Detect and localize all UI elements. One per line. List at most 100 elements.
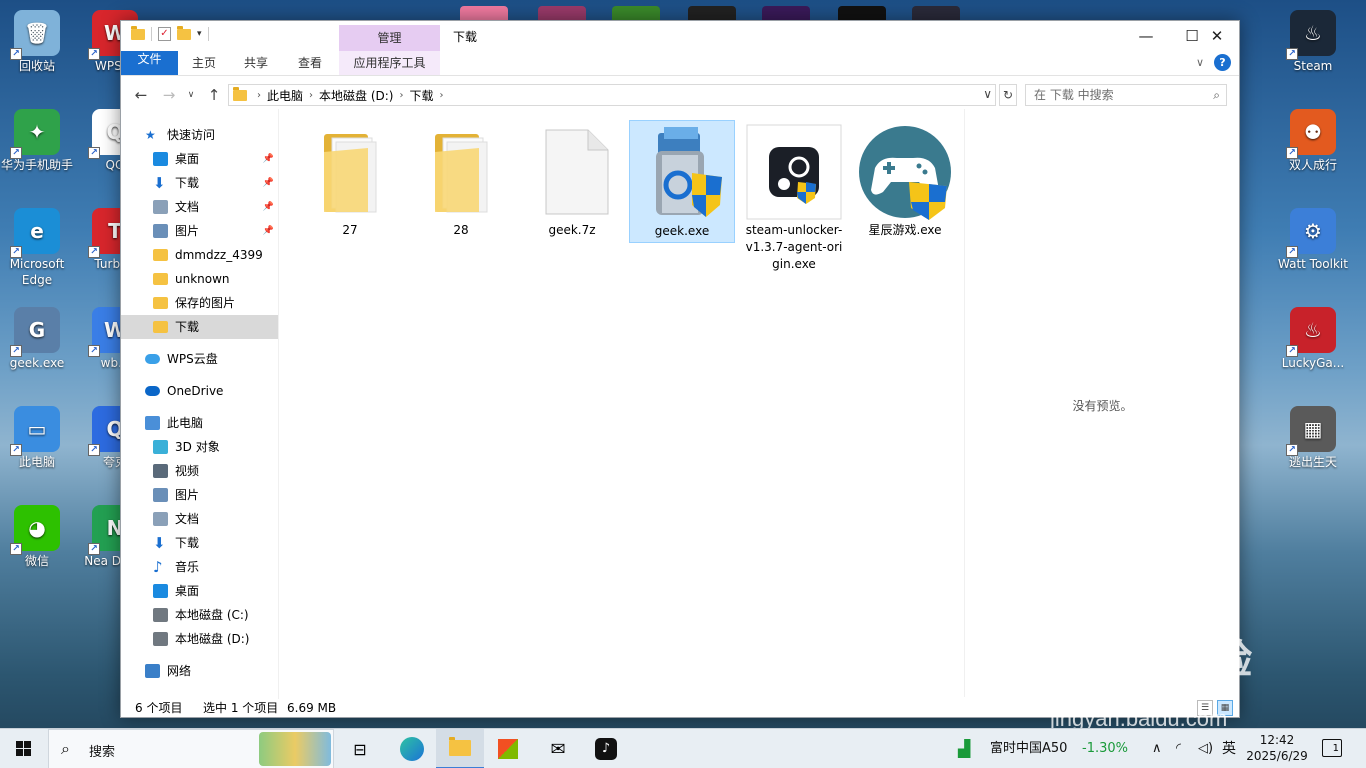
sidebar-item[interactable]: dmmdzz_4399 <box>121 243 278 267</box>
sidebar-item[interactable]: OneDrive <box>121 379 278 403</box>
tab-home[interactable]: 主页 <box>181 51 227 75</box>
desktop-icon-item[interactable]: ⚙ ↗ Watt Toolkit <box>1276 208 1350 272</box>
pin-icon[interactable]: 📌 <box>263 171 274 195</box>
minimize-button[interactable]: — <box>1123 21 1169 51</box>
chevron-right-icon[interactable]: › <box>309 90 313 101</box>
sidebar-item[interactable]: WPS云盘 <box>121 347 278 371</box>
desktop-icon-item[interactable]: ⚉ ↗ 双人成行 <box>1276 109 1350 173</box>
sidebar-item-label: 网络 <box>167 664 192 678</box>
shortcut-arrow-icon: ↗ <box>88 444 100 456</box>
taskbar-edge[interactable] <box>388 729 436 768</box>
up-button[interactable]: ↑ <box>204 85 224 105</box>
file-item[interactable]: steam-unlocker-v1.3.7-agent-origin.exe <box>741 120 847 275</box>
sidebar-item[interactable]: 图片 📌 <box>121 219 278 243</box>
recent-locations-icon[interactable]: ∨ <box>181 85 201 105</box>
address-dropdown-icon[interactable]: ∨ <box>983 87 992 101</box>
close-button[interactable]: ✕ <box>1194 21 1240 51</box>
forward-button[interactable]: → <box>159 85 179 105</box>
input-method-indicator[interactable]: 英 <box>1222 729 1236 768</box>
search-input[interactable]: 在 下载 中搜索 ⌕ <box>1025 84 1227 106</box>
stock-chart-icon[interactable]: ▟ <box>958 729 970 768</box>
computer-icon <box>145 416 160 430</box>
taskbar-file-explorer[interactable] <box>436 729 484 768</box>
stock-ticker-change[interactable]: -1.30% <box>1082 729 1128 768</box>
volume-icon[interactable]: ◁) <box>1198 729 1213 768</box>
sidebar-item[interactable]: 此电脑 <box>121 411 278 435</box>
sidebar-item[interactable]: 保存的图片 <box>121 291 278 315</box>
breadcrumb-downloads[interactable]: 下载 <box>409 87 433 104</box>
desktop-icon-item[interactable]: ✦ ↗ 华为手机助手 <box>0 109 74 173</box>
breadcrumb-drive-d[interactable]: 本地磁盘 (D:) <box>319 87 393 104</box>
windows-logo-icon <box>16 741 31 756</box>
desktop-icon-item[interactable]: ▭ ↗ 此电脑 <box>0 406 74 470</box>
taskbar-mail[interactable]: ✉ <box>534 729 582 768</box>
refresh-button[interactable]: ↻ <box>999 84 1017 106</box>
task-view-button[interactable]: ⊟ <box>336 729 384 768</box>
sidebar-item[interactable]: 桌面 📌 <box>121 147 278 171</box>
sidebar-item[interactable]: 网络 <box>121 659 278 683</box>
desktop-icon-item[interactable]: ▦ ↗ 逃出生天 <box>1276 406 1350 470</box>
chevron-right-icon[interactable]: › <box>440 90 444 101</box>
sidebar-item-label: 图片 <box>175 488 200 502</box>
tab-share[interactable]: 共享 <box>233 51 279 75</box>
sidebar-item[interactable]: 桌面 <box>121 579 278 603</box>
breadcrumb-this-pc[interactable]: 此电脑 <box>267 87 303 104</box>
chevron-right-icon[interactable]: › <box>399 90 403 101</box>
sidebar-item[interactable]: 下载 <box>121 315 278 339</box>
desktop-icon-item[interactable]: G ↗ geek.exe <box>0 307 74 371</box>
properties-icon[interactable]: ✓ <box>158 27 171 41</box>
clock[interactable]: 12:42 2025/6/29 <box>1246 732 1308 764</box>
pin-icon[interactable]: 📌 <box>263 219 274 243</box>
sidebar-item[interactable]: 文档 📌 <box>121 195 278 219</box>
taskbar-store[interactable] <box>484 729 532 768</box>
desktop-icon-item[interactable]: ♨ ↗ Steam <box>1276 10 1350 74</box>
customize-dropdown-icon[interactable]: ▾ <box>197 29 202 39</box>
tab-manage[interactable]: 管理 <box>339 25 440 51</box>
file-name: 星辰游戏.exe <box>868 223 942 237</box>
title-bar[interactable]: ✓ ▾ 管理 下载 — ☐ ✕ <box>121 21 1239 51</box>
sidebar-item-label: dmmdzz_4399 <box>175 248 263 262</box>
sidebar-item[interactable]: 图片 <box>121 483 278 507</box>
pin-icon[interactable]: 📌 <box>263 147 274 171</box>
sidebar-item[interactable]: ♪ 音乐 <box>121 555 278 579</box>
taskbar-search-box[interactable]: ⌕ 搜索 <box>48 729 334 768</box>
address-bar[interactable]: › 此电脑 › 本地磁盘 (D:) › 下载 › ∨ <box>228 84 996 106</box>
sidebar-item[interactable]: 本地磁盘 (C:) <box>121 603 278 627</box>
sidebar-item[interactable]: ★ 快速访问 <box>121 123 278 147</box>
geek-uninstaller-icon <box>634 125 730 221</box>
shortcut-arrow-icon: ↗ <box>88 147 100 159</box>
taskbar-tiktok[interactable]: ♪ <box>582 729 630 768</box>
notification-center-button[interactable]: 1 <box>1322 739 1342 757</box>
sidebar-item[interactable]: unknown <box>121 267 278 291</box>
pin-icon[interactable]: 📌 <box>263 195 274 219</box>
file-item[interactable]: geek.7z <box>519 120 625 241</box>
sidebar-item[interactable]: 3D 对象 <box>121 435 278 459</box>
network-icon[interactable]: ◜ <box>1176 729 1181 768</box>
tab-application-tools[interactable]: 应用程序工具 <box>339 51 440 75</box>
show-hidden-icons-icon[interactable]: ∧ <box>1152 729 1162 768</box>
help-icon[interactable]: ? <box>1214 54 1231 71</box>
expand-ribbon-icon[interactable]: ∨ <box>1196 56 1204 69</box>
stock-ticker-name[interactable]: 富时中国A50 <box>990 729 1067 768</box>
sidebar-item[interactable]: ⬇ 下载 <box>121 531 278 555</box>
desktop-icon-item[interactable]: e ↗ Microsoft Edge <box>0 208 74 288</box>
tab-view[interactable]: 查看 <box>287 51 333 75</box>
file-item[interactable]: geek.exe <box>629 120 735 243</box>
sidebar-item[interactable]: 本地磁盘 (D:) <box>121 627 278 651</box>
sidebar-item[interactable]: ⬇ 下载 📌 <box>121 171 278 195</box>
file-item[interactable]: 星辰游戏.exe <box>852 120 958 241</box>
file-item[interactable]: 27 <box>297 120 403 241</box>
desktop-icon-item[interactable]: 🗑 ↗ 回收站 <box>0 10 74 74</box>
tab-file[interactable]: 文件 <box>121 51 178 75</box>
start-button[interactable] <box>0 729 48 768</box>
app-icon: ♨ ↗ <box>1286 10 1336 60</box>
new-folder-icon[interactable] <box>177 25 191 40</box>
sidebar-item-label: 文档 <box>175 200 200 214</box>
file-item[interactable]: 28 <box>408 120 514 241</box>
back-button[interactable]: ← <box>131 85 151 105</box>
chevron-right-icon[interactable]: › <box>257 90 261 101</box>
sidebar-item[interactable]: 文档 <box>121 507 278 531</box>
desktop-icon-item[interactable]: ◕ ↗ 微信 <box>0 505 74 569</box>
desktop-icon-item[interactable]: ♨ ↗ LuckyGa... <box>1276 307 1350 371</box>
sidebar-item[interactable]: 视频 <box>121 459 278 483</box>
